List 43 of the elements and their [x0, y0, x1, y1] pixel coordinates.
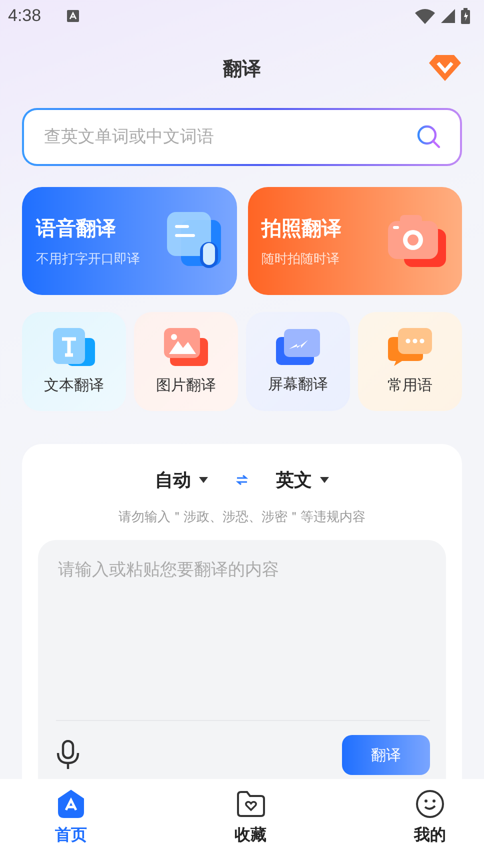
translate-input-field[interactable]: 请输入或粘贴您要翻译的内容 — [56, 556, 430, 721]
feature-subtitle: 不用打字开口即译 — [36, 250, 141, 268]
tool-label: 图片翻译 — [156, 376, 216, 395]
nav-tab[interactable]: 收藏 — [234, 779, 266, 860]
target-language-dropdown[interactable]: 英文 — [272, 464, 333, 496]
battery-icon — [461, 8, 470, 24]
diamond-icon[interactable] — [428, 54, 462, 82]
tool-tile[interactable]: 屏幕翻译 — [246, 312, 350, 411]
signal-icon — [441, 9, 455, 23]
source-language-dropdown[interactable]: 自动 — [151, 464, 212, 496]
tool-tile[interactable]: 文本翻译 — [22, 312, 126, 411]
caret-icon — [320, 477, 329, 483]
screen-icon — [276, 329, 320, 365]
camera-icon — [388, 213, 448, 269]
search-bar[interactable]: 查英文单词或中文词语 — [22, 108, 462, 166]
feature-card[interactable]: 语音翻译 不用打字开口即译 — [22, 187, 236, 295]
search-icon[interactable] — [416, 124, 442, 150]
tool-label: 文本翻译 — [44, 376, 104, 395]
feature-title: 语音翻译 — [36, 214, 117, 242]
home-icon — [57, 789, 85, 819]
chat-microphone-icon — [166, 212, 222, 270]
nav-tab[interactable]: 我的 — [414, 779, 446, 860]
feature-title: 拍照翻译 — [262, 214, 342, 242]
feature-subtitle: 随时拍随时译 — [262, 250, 340, 268]
page-title: 翻译 — [223, 57, 261, 82]
image-icon — [164, 328, 208, 366]
nav-tab[interactable]: 首页 — [55, 779, 87, 860]
status-time: 4:38 — [8, 6, 42, 26]
message-icon — [388, 328, 432, 366]
tool-label: 常用语 — [388, 376, 432, 395]
tool-tile[interactable]: 图片翻译 — [134, 312, 238, 411]
tool-tile[interactable]: 常用语 — [358, 312, 462, 411]
smiley-icon — [415, 789, 445, 819]
notice-text: 请勿输入＂涉政、涉恐、涉密＂等违规内容 — [118, 509, 366, 526]
document-icon — [53, 328, 95, 366]
caret-icon — [199, 477, 208, 483]
search-field[interactable]: 查英文单词或中文词语 — [42, 126, 416, 148]
folder-heart-icon — [236, 789, 266, 819]
wifi-icon — [415, 8, 435, 24]
tool-label: 屏幕翻译 — [268, 375, 328, 394]
swap-icon[interactable] — [236, 475, 248, 485]
notification-icon — [67, 10, 80, 22]
microphone-icon[interactable] — [56, 740, 80, 770]
